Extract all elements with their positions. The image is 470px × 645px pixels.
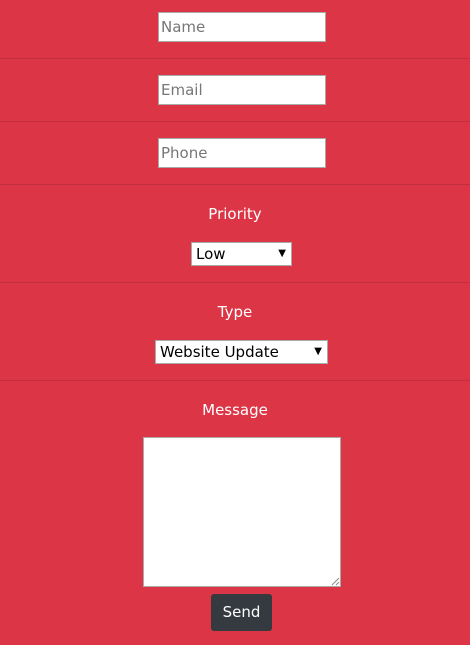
priority-label: Priority xyxy=(208,205,262,223)
resize-grip-icon[interactable] xyxy=(330,576,340,586)
priority-select[interactable]: Low ▼ xyxy=(191,242,292,266)
send-button[interactable]: Send xyxy=(211,594,272,631)
name-input[interactable] xyxy=(158,12,326,42)
divider xyxy=(0,121,470,122)
chevron-down-icon: ▼ xyxy=(314,346,322,357)
type-label: Type xyxy=(217,303,253,321)
contact-form: Priority Low ▼ Type Website Update ▼ Mes… xyxy=(0,0,470,645)
divider xyxy=(0,282,470,283)
type-select[interactable]: Website Update ▼ xyxy=(155,340,328,364)
message-textarea[interactable] xyxy=(143,437,341,587)
type-selected-value: Website Update xyxy=(160,343,279,361)
email-input[interactable] xyxy=(158,75,326,105)
divider xyxy=(0,184,470,185)
chevron-down-icon: ▼ xyxy=(278,248,286,259)
divider xyxy=(0,58,470,59)
priority-selected-value: Low xyxy=(196,245,226,263)
message-label: Message xyxy=(202,401,268,419)
divider xyxy=(0,380,470,381)
phone-input[interactable] xyxy=(158,138,326,168)
